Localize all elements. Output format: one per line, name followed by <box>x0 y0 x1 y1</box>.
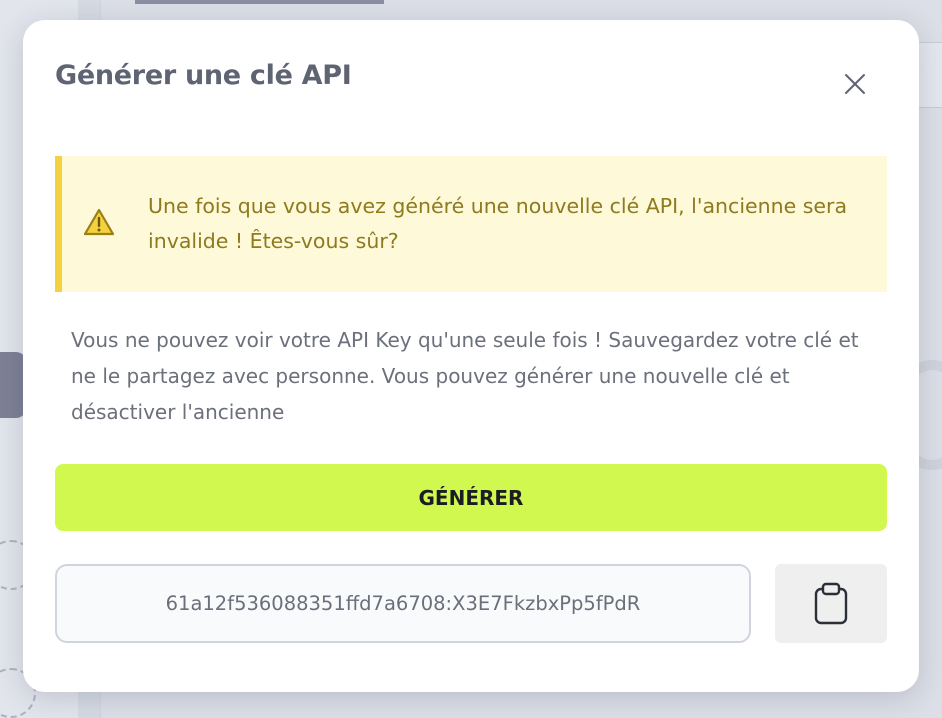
close-icon <box>845 74 865 94</box>
warning-triangle-icon <box>82 207 116 237</box>
warning-alert: Une fois que vous avez généré une nouvel… <box>55 156 887 292</box>
api-key-field[interactable]: 61a12f536088351ffd7a6708:X3E7FkzbxPp5fPd… <box>55 564 751 643</box>
info-text: Vous ne pouvez voir votre API Key qu'une… <box>71 328 859 424</box>
background-active-tab <box>135 0 384 4</box>
api-key-value[interactable]: 61a12f536088351ffd7a6708:X3E7FkzbxPp5fPd… <box>166 592 641 615</box>
close-button[interactable] <box>841 70 869 98</box>
generate-button[interactable]: GÉNÉRER <box>55 464 887 531</box>
dialog-title: Générer une clé API <box>55 60 352 91</box>
generate-api-key-dialog: Générer une clé API Une fois que vous av… <box>23 20 919 692</box>
clipboard-icon <box>814 582 848 624</box>
copy-button[interactable] <box>775 564 887 643</box>
warning-text: Une fois que vous avez généré une nouvel… <box>148 194 848 253</box>
